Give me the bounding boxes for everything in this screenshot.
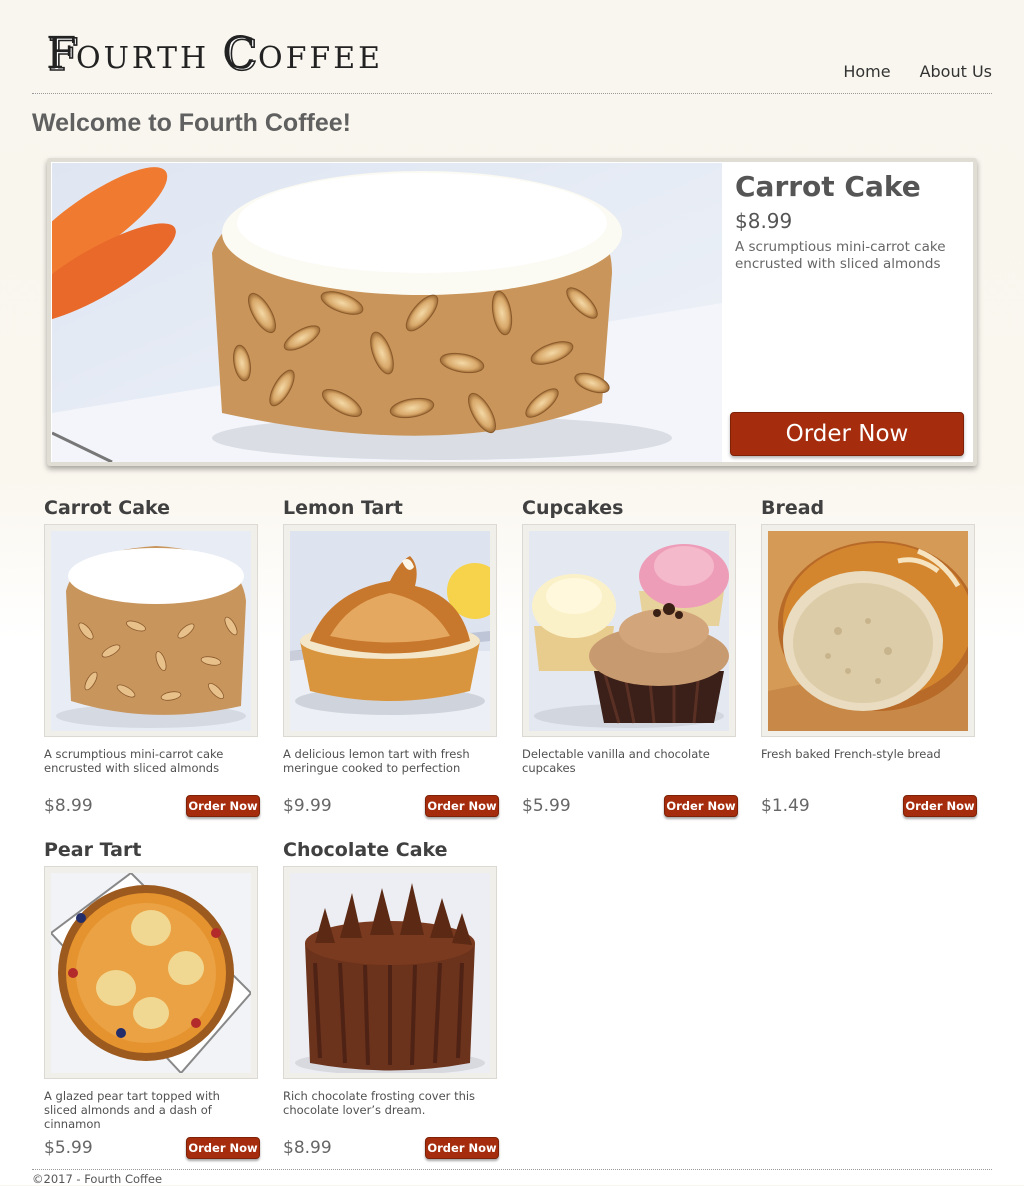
chocolate-cake-image bbox=[290, 873, 490, 1073]
site-logo[interactable]: F F OURTH C C OFFEE bbox=[46, 27, 391, 82]
product-card-lemon-tart: Lemon Tart A delicious lemon tart with f… bbox=[283, 497, 499, 817]
product-price: $5.99 bbox=[44, 1138, 93, 1158]
product-price: $1.49 bbox=[761, 796, 810, 816]
cupcakes-image bbox=[529, 531, 729, 731]
order-now-button[interactable]: Order Now bbox=[425, 795, 499, 817]
product-image-frame[interactable] bbox=[44, 866, 258, 1079]
site-header: F F OURTH C C OFFEE Home About Us bbox=[32, 0, 992, 94]
product-price: $8.99 bbox=[283, 1138, 332, 1158]
product-card-bread: Bread Fresh baked French-style bread $1.… bbox=[761, 497, 977, 817]
order-now-button[interactable]: Order Now bbox=[664, 795, 738, 817]
product-image-frame[interactable] bbox=[283, 866, 497, 1079]
featured-price: $8.99 bbox=[735, 209, 793, 233]
logo-wordmark: F F OURTH C C OFFEE bbox=[46, 28, 383, 82]
featured-title: Carrot Cake bbox=[735, 170, 921, 203]
featured-product: Carrot Cake $8.99 A scrumptious mini-car… bbox=[47, 158, 977, 466]
featured-info: Carrot Cake $8.99 A scrumptious mini-car… bbox=[735, 170, 971, 273]
product-description: A delicious lemon tart with fresh mering… bbox=[283, 747, 470, 775]
site-footer: ©2017 - Fourth Coffee bbox=[32, 1169, 992, 1186]
order-now-button[interactable]: Order Now bbox=[186, 795, 260, 817]
product-description: Delectable vanilla and chocolate cupcake… bbox=[522, 747, 710, 775]
product-description: Fresh baked French-style bread bbox=[761, 747, 941, 761]
product-card-cupcakes: Cupcakes Delectable vanilla and chocolat… bbox=[522, 497, 738, 817]
featured-description: A scrumptious mini-carrot cake encrusted… bbox=[735, 239, 946, 272]
pear-tart-image bbox=[51, 873, 251, 1073]
product-description: A scrumptious mini-carrot cake encrusted… bbox=[44, 747, 224, 775]
order-now-button[interactable]: Order Now bbox=[903, 795, 977, 817]
product-image-frame[interactable] bbox=[761, 524, 975, 737]
lemon-tart-image bbox=[290, 531, 490, 731]
product-title: Chocolate Cake bbox=[283, 839, 448, 861]
featured-order-now-button[interactable]: Order Now bbox=[730, 412, 964, 456]
product-title: Cupcakes bbox=[522, 497, 624, 519]
product-image-frame[interactable] bbox=[283, 524, 497, 737]
product-card-pear-tart: Pear Tart A glazed pear tart topped with… bbox=[44, 839, 260, 1159]
product-image-frame[interactable] bbox=[44, 524, 258, 737]
product-description: Rich chocolate frosting cover this choco… bbox=[283, 1089, 476, 1117]
carrot-cake-image bbox=[51, 531, 251, 731]
product-title: Pear Tart bbox=[44, 839, 142, 861]
product-price: $5.99 bbox=[522, 796, 571, 816]
product-description: A glazed pear tart topped with sliced al… bbox=[44, 1089, 220, 1131]
product-title: Lemon Tart bbox=[283, 497, 403, 519]
svg-text:OFFEE: OFFEE bbox=[258, 41, 383, 76]
svg-text:C: C bbox=[222, 28, 256, 77]
product-card-carrot-cake: Carrot Cake A scrumptious mini-carrot ca… bbox=[44, 497, 260, 817]
product-image-frame[interactable] bbox=[522, 524, 736, 737]
product-title: Carrot Cake bbox=[44, 497, 171, 519]
product-title: Bread bbox=[761, 497, 825, 519]
svg-text:F: F bbox=[46, 28, 77, 77]
nav-about-us[interactable]: About Us bbox=[920, 62, 992, 81]
main-nav: Home About Us bbox=[843, 62, 992, 81]
order-now-button[interactable]: Order Now bbox=[186, 1137, 260, 1159]
page-heading: Welcome to Fourth Coffee! bbox=[32, 109, 351, 137]
bread-image bbox=[768, 531, 968, 731]
order-now-button[interactable]: Order Now bbox=[425, 1137, 499, 1159]
svg-text:OURTH: OURTH bbox=[76, 41, 209, 76]
nav-home[interactable]: Home bbox=[843, 62, 890, 81]
featured-carrot-cake-image bbox=[52, 163, 722, 462]
product-card-chocolate-cake: Chocolate Cake Rich chocolate frosting c… bbox=[283, 839, 499, 1159]
product-price: $9.99 bbox=[283, 796, 332, 816]
copyright-text: ©2017 - Fourth Coffee bbox=[32, 1172, 163, 1186]
product-price: $8.99 bbox=[44, 796, 93, 816]
